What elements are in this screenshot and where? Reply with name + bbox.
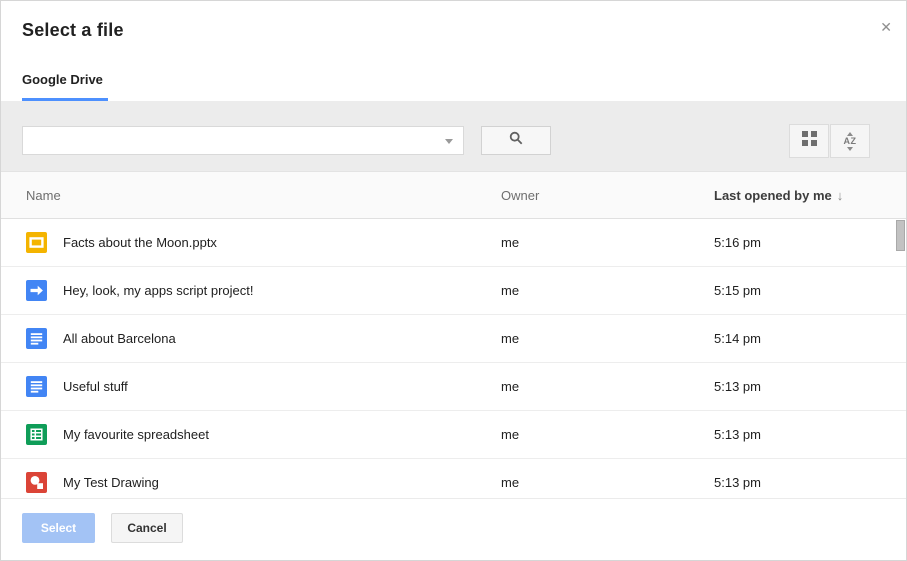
dialog-title: Select a file bbox=[22, 20, 124, 41]
search-dropdown-arrow-icon[interactable] bbox=[445, 139, 453, 144]
file-owner: me bbox=[501, 379, 714, 394]
document-icon bbox=[26, 328, 47, 349]
file-last-opened: 5:15 pm bbox=[714, 283, 906, 298]
scrollbar-thumb[interactable] bbox=[896, 220, 905, 251]
sort-descending-icon: ↓ bbox=[837, 188, 844, 203]
column-header-last-opened[interactable]: Last opened by me↓ bbox=[714, 188, 906, 203]
sort-az-icon: AZ bbox=[844, 132, 857, 151]
grid-view-icon bbox=[802, 131, 817, 151]
table-scrollbar[interactable] bbox=[895, 219, 905, 498]
slides-icon bbox=[26, 232, 47, 253]
file-last-opened: 5:13 pm bbox=[714, 427, 906, 442]
file-last-opened: 5:13 pm bbox=[714, 475, 906, 490]
dialog-header: Select a file ✕ bbox=[1, 1, 906, 57]
file-owner: me bbox=[501, 235, 714, 250]
table-row[interactable]: Useful stuff me 5:13 pm bbox=[1, 363, 906, 411]
table-header: Name Owner Last opened by me↓ bbox=[1, 171, 906, 219]
apps-script-icon bbox=[26, 280, 47, 301]
table-row[interactable]: My Test Drawing me 5:13 pm bbox=[1, 459, 906, 498]
search-toolbar: AZ bbox=[1, 101, 906, 171]
file-name: Hey, look, my apps script project! bbox=[63, 283, 254, 298]
magnifier-icon bbox=[509, 131, 523, 150]
table-row[interactable]: All about Barcelona me 5:14 pm bbox=[1, 315, 906, 363]
document-icon bbox=[26, 376, 47, 397]
file-owner: me bbox=[501, 331, 714, 346]
file-name: Facts about the Moon.pptx bbox=[63, 235, 217, 250]
cancel-button[interactable]: Cancel bbox=[111, 513, 183, 543]
column-header-name[interactable]: Name bbox=[1, 188, 501, 203]
dialog-footer: Select Cancel bbox=[1, 498, 906, 560]
file-owner: me bbox=[501, 283, 714, 298]
file-last-opened: 5:16 pm bbox=[714, 235, 906, 250]
file-name: Useful stuff bbox=[63, 379, 128, 394]
file-owner: me bbox=[501, 475, 714, 490]
table-row[interactable]: My favourite spreadsheet me 5:13 pm bbox=[1, 411, 906, 459]
table-row[interactable]: Hey, look, my apps script project! me 5:… bbox=[1, 267, 906, 315]
file-name: My Test Drawing bbox=[63, 475, 159, 490]
table-row[interactable]: Facts about the Moon.pptx me 5:16 pm bbox=[1, 219, 906, 267]
search-input[interactable] bbox=[22, 126, 464, 155]
file-last-opened: 5:13 pm bbox=[714, 379, 906, 394]
sort-az-button[interactable]: AZ bbox=[830, 124, 870, 158]
tab-bar: Google Drive bbox=[1, 57, 906, 101]
spreadsheet-icon bbox=[26, 424, 47, 445]
tab-google-drive[interactable]: Google Drive bbox=[22, 72, 108, 101]
file-picker-dialog: Select a file ✕ Google Drive bbox=[0, 0, 907, 561]
drawing-icon bbox=[26, 472, 47, 493]
column-header-owner[interactable]: Owner bbox=[501, 188, 714, 203]
file-table-body: Facts about the Moon.pptx me 5:16 pm Hey… bbox=[1, 219, 906, 498]
file-last-opened: 5:14 pm bbox=[714, 331, 906, 346]
close-icon[interactable]: ✕ bbox=[880, 20, 892, 34]
grid-view-button[interactable] bbox=[789, 124, 829, 158]
search-button[interactable] bbox=[481, 126, 551, 155]
select-button[interactable]: Select bbox=[22, 513, 95, 543]
file-owner: me bbox=[501, 427, 714, 442]
view-toggle-group: AZ bbox=[789, 124, 870, 158]
file-name: My favourite spreadsheet bbox=[63, 427, 209, 442]
file-name: All about Barcelona bbox=[63, 331, 176, 346]
